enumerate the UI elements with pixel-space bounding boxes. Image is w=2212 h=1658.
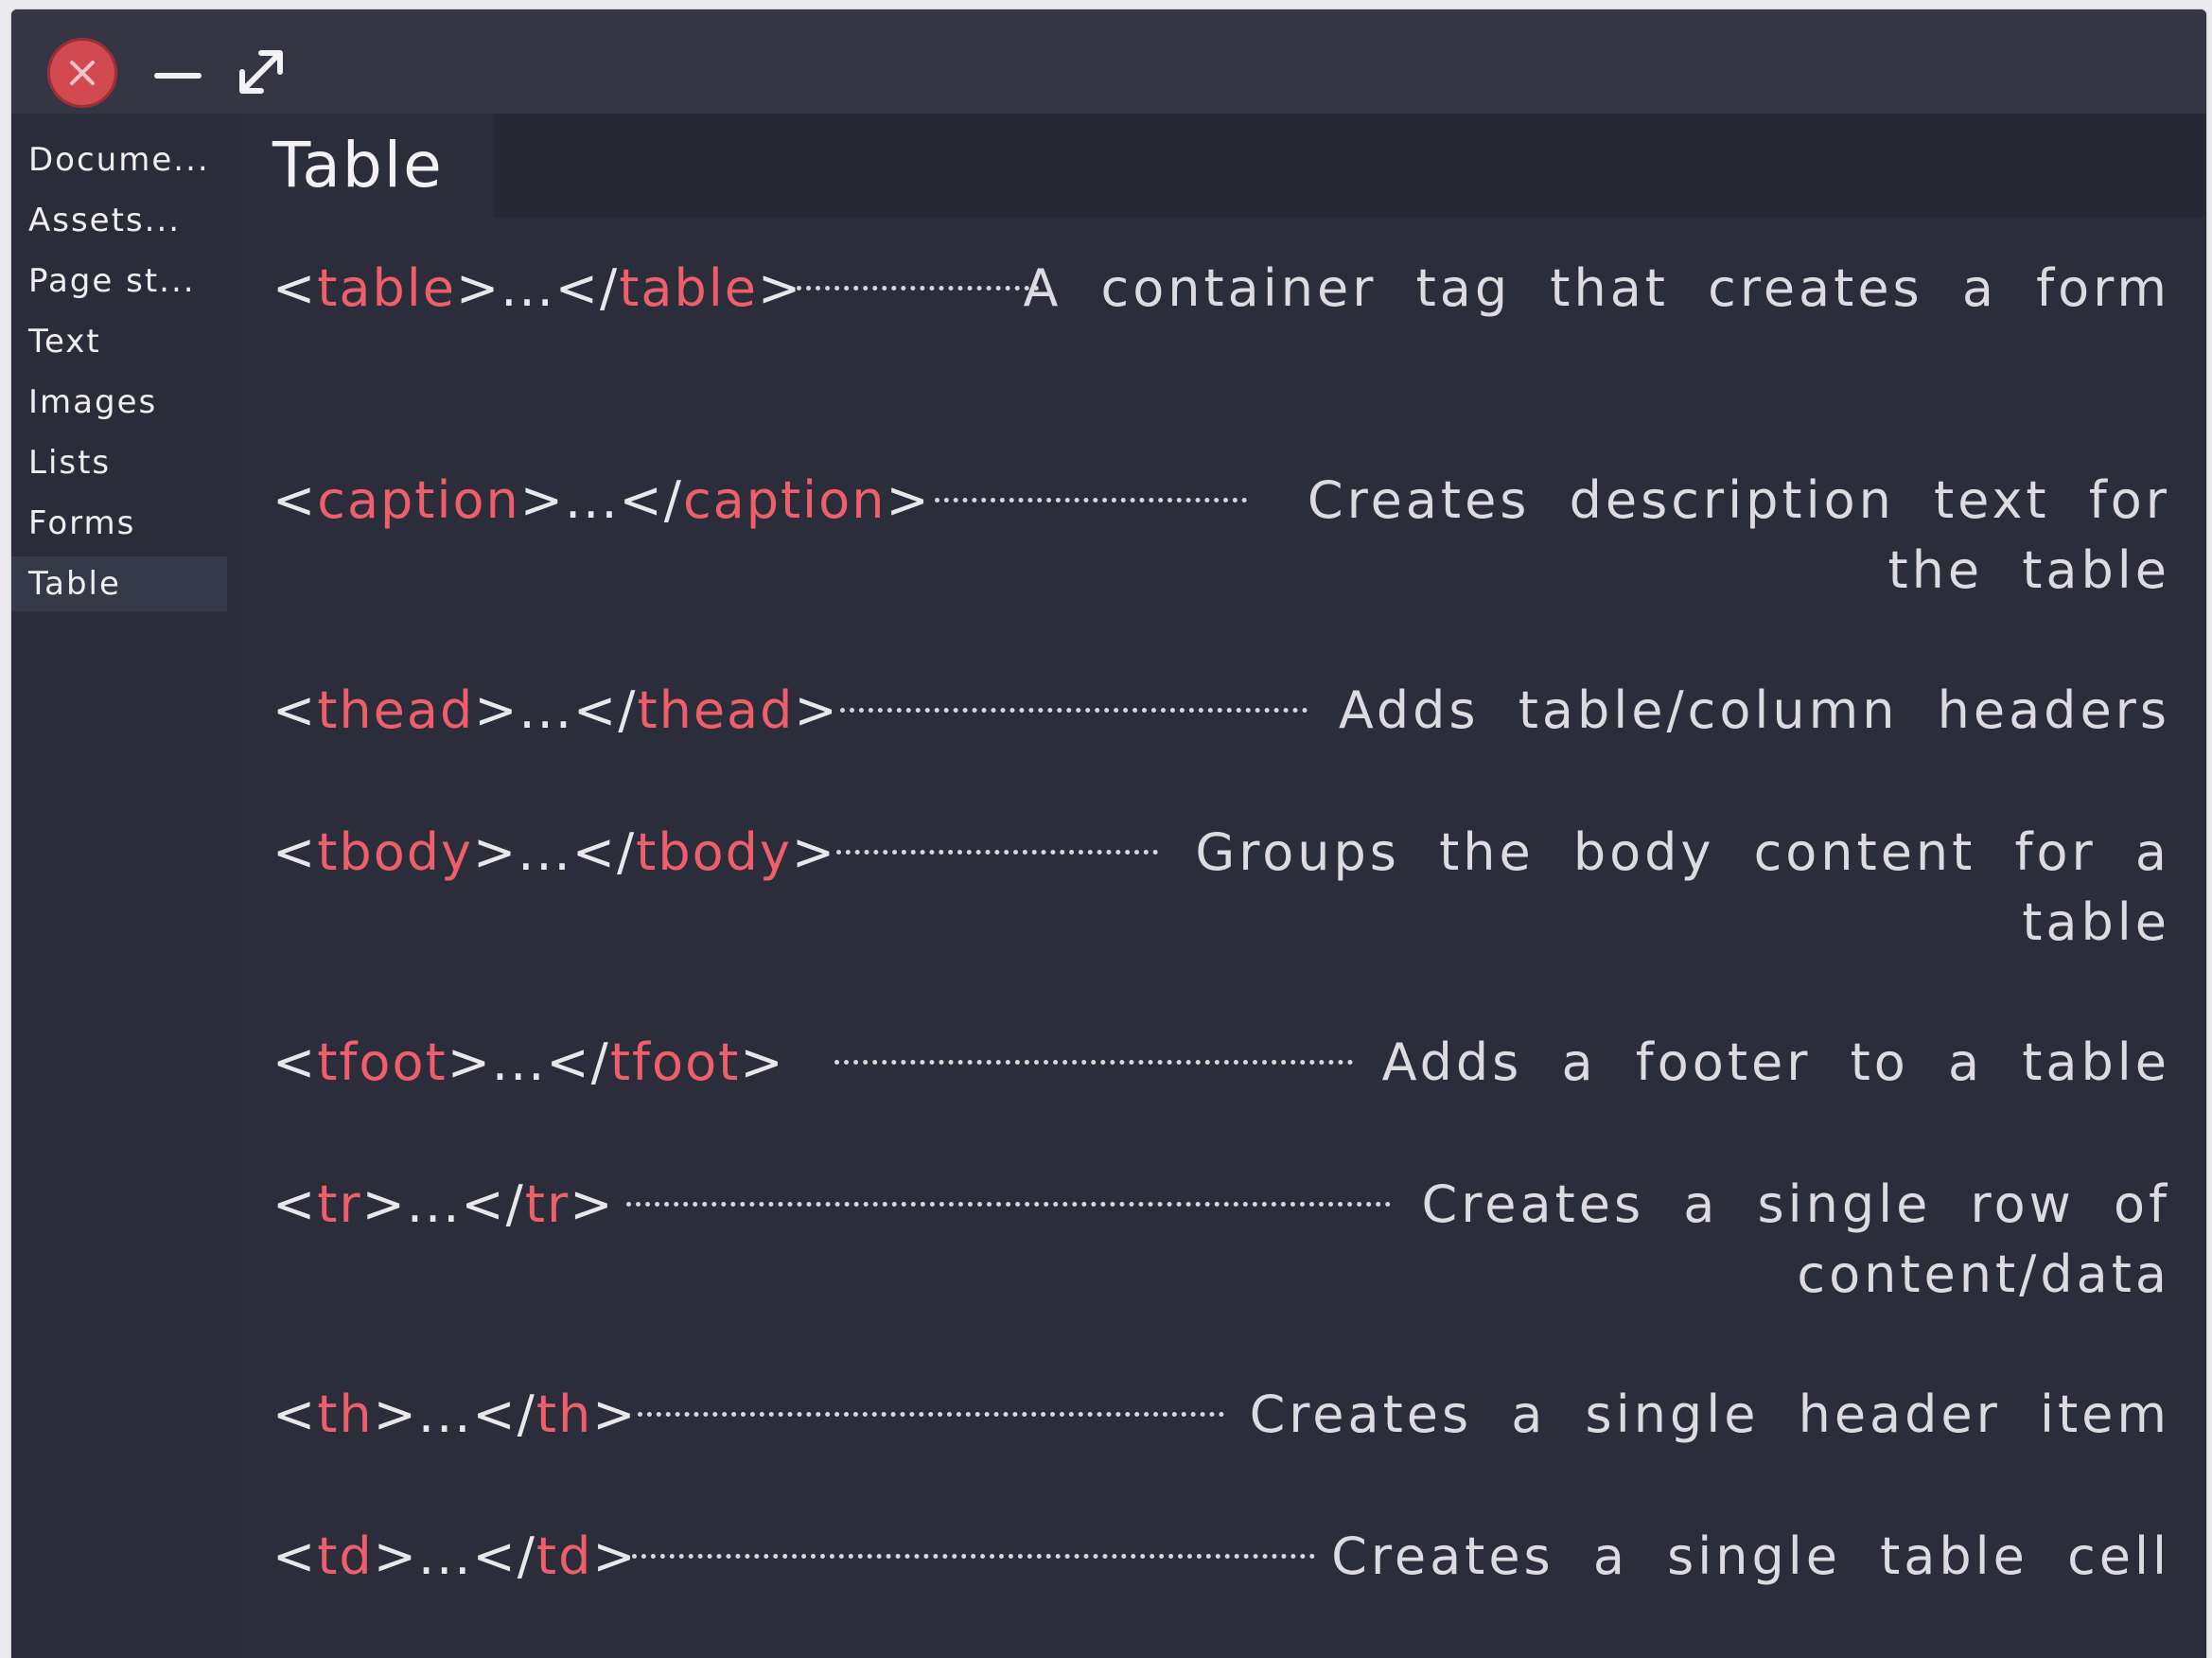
dotted-leader (935, 498, 1247, 503)
tag-description: Adds a footer to a table (1381, 1032, 2170, 1092)
sidebar-item-page-structure[interactable]: Page st... (11, 254, 227, 309)
sidebar-item-table[interactable]: Table (11, 556, 227, 611)
sidebar: Docume... Assets... Page st... Text Imag… (11, 114, 240, 1658)
page-title: Table (240, 114, 494, 218)
tag-code: <th>...</th> (272, 1385, 638, 1444)
sidebar-item-document[interactable]: Docume... (11, 132, 227, 187)
expand-icon (239, 50, 283, 94)
sidebar-item-assets[interactable]: Assets... (11, 193, 227, 248)
tag-code: <thead>...</thead> (272, 680, 839, 740)
dotted-leader (797, 286, 1039, 291)
sidebar-item-lists[interactable]: Lists (11, 435, 227, 490)
minimize-icon (154, 73, 202, 79)
dotted-leader (836, 850, 1158, 855)
content-pane: Table <table>...</table> A container tag… (240, 114, 2206, 1658)
close-button[interactable] (47, 38, 117, 108)
tag-description: Creates description text for the table (1307, 470, 2170, 600)
tag-code: <tr>...</tr> (272, 1174, 615, 1234)
tag-description: Creates a single table cell (1331, 1526, 2170, 1586)
tag-description: Groups the body content for a table (1195, 822, 2170, 952)
sidebar-item-images[interactable]: Images (11, 375, 227, 430)
tag-code: <caption>...</caption> (272, 470, 931, 530)
minimize-button[interactable] (151, 47, 204, 100)
tag-code: <table>...</table> (272, 258, 803, 318)
tag-code: <tfoot>...</tfoot> (272, 1032, 785, 1092)
dotted-leader (626, 1202, 1391, 1207)
app-window: Docume... Assets... Page st... Text Imag… (11, 9, 2206, 1658)
maximize-button[interactable] (231, 42, 291, 102)
tag-code: <td>...</td> (272, 1526, 638, 1586)
content-header: Table (240, 114, 2206, 218)
tag-description: Creates a single row of content/data (1421, 1174, 2170, 1304)
dotted-leader (632, 1554, 1315, 1559)
tag-description: Adds table/column headers (1338, 680, 2170, 740)
sidebar-item-forms[interactable]: Forms (11, 496, 227, 551)
close-icon (70, 61, 95, 85)
tag-description: Creates a single header item (1249, 1385, 2170, 1444)
tag-code: <tbody>...</tbody> (272, 822, 837, 882)
title-bar[interactable] (11, 9, 2206, 114)
sidebar-item-text[interactable]: Text (11, 314, 227, 369)
tag-description: A container tag that creates a form (1023, 258, 2170, 318)
